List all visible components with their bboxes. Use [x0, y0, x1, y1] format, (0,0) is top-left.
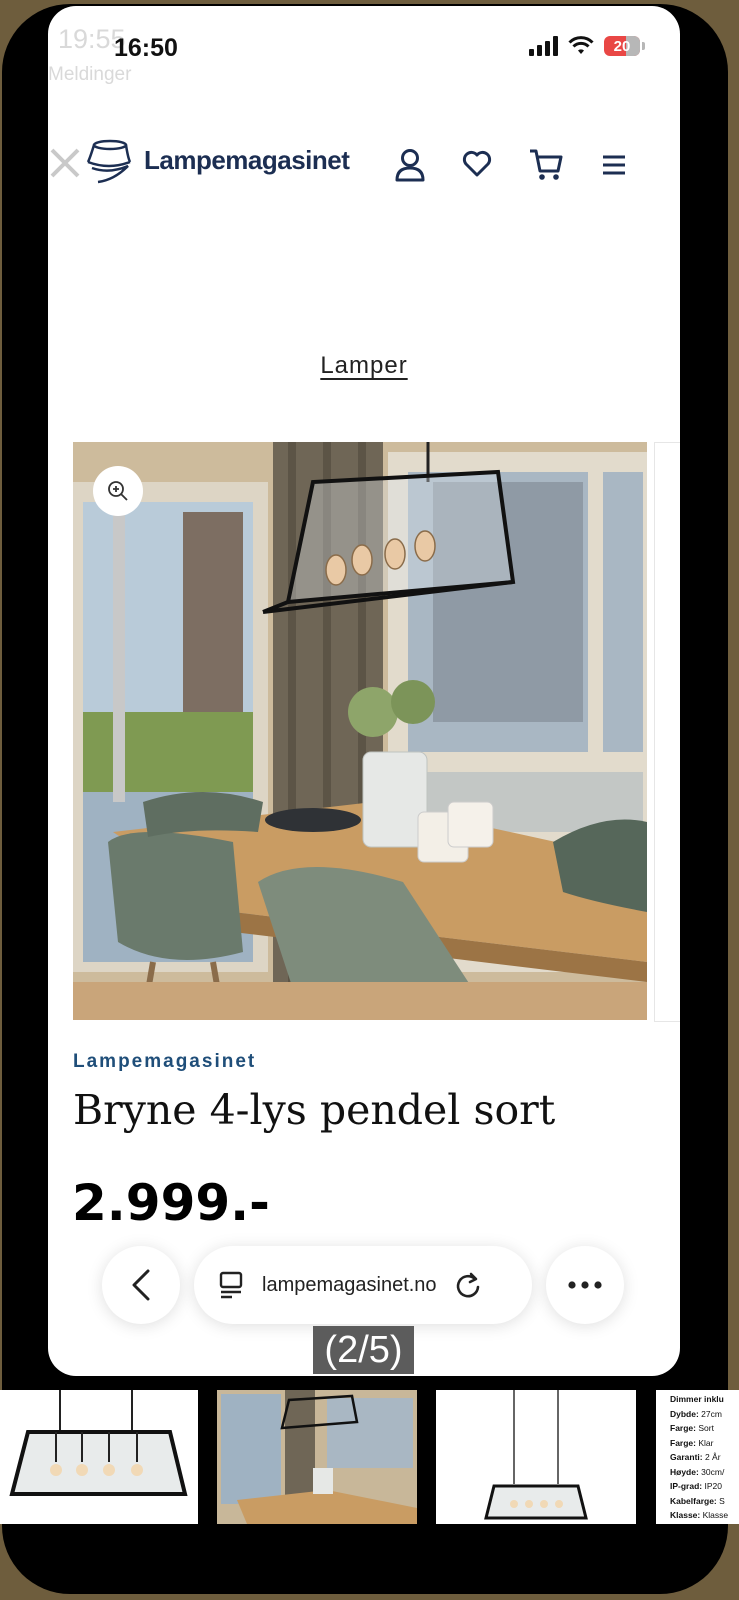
wifi-icon: [568, 36, 594, 54]
thumbnail-4-specs[interactable]: Dimmer inklu Dybde: 27cm Farge: Sort Farge:…: [656, 1390, 739, 1524]
spec-value: Klar: [695, 1437, 714, 1448]
thumbnail-strip: [0, 1390, 739, 1524]
reload-icon[interactable]: [455, 1271, 481, 1299]
spec-label: Farge:: [670, 1437, 696, 1448]
spec-label: IP-grad:: [670, 1481, 703, 1491]
cart-icon[interactable]: [528, 148, 564, 182]
spec-label: Farge:: [670, 1423, 696, 1433]
room-thumbnail: [221, 1390, 417, 1524]
battery-indicator: 20: [604, 36, 645, 56]
spec-value: S: [716, 1495, 725, 1506]
url-text[interactable]: lampemagasinet.no: [262, 1274, 437, 1297]
thumbnail-3[interactable]: [436, 1390, 636, 1524]
spec-row: Farge: Sort: [670, 1421, 739, 1436]
spec-value: Sort: [695, 1423, 714, 1433]
lamp-logo-icon: [86, 139, 132, 184]
next-image-peek[interactable]: [654, 442, 680, 1022]
spec-row: Høyde: 30cm/: [670, 1465, 739, 1480]
underlay-notification: Meldinger: [48, 64, 132, 85]
dining-room-photo: [73, 442, 647, 1020]
more-icon: [568, 1281, 602, 1289]
breadcrumb[interactable]: Lamper: [48, 352, 680, 380]
thumbnail-2[interactable]: [217, 1390, 417, 1524]
address-bar[interactable]: lampemagasinet.no: [194, 1246, 532, 1324]
gallery-counter: (2/5): [313, 1326, 414, 1374]
back-button[interactable]: [102, 1246, 180, 1324]
account-icon[interactable]: [394, 148, 426, 182]
product-price: 2.999.-: [72, 1174, 270, 1232]
spec-label: Klasse:: [670, 1510, 701, 1520]
back-icon: [132, 1269, 150, 1301]
product-title: Bryne 4-lys pendel sort: [73, 1086, 556, 1134]
spec-row: Farge: Klar: [670, 1436, 739, 1451]
status-time: 16:50: [114, 34, 178, 62]
spec-value: 27cm: [698, 1408, 722, 1419]
more-button[interactable]: [546, 1246, 624, 1324]
spec-value: 2 År: [702, 1452, 721, 1462]
spec-label: Garanti:: [670, 1452, 703, 1462]
spec-row: IP-grad: IP20: [670, 1479, 739, 1494]
spec-value: 30cm/: [698, 1466, 725, 1477]
lamp-thumbnail: [484, 1390, 588, 1520]
spec-label: Kabelfarge:: [670, 1495, 717, 1506]
menu-icon[interactable]: [602, 154, 626, 176]
close-icon[interactable]: [48, 146, 82, 180]
browser-screen: 19:55 Meldinger 16:50 20 Lampemagasinet: [48, 6, 680, 1376]
spec-value: IP20: [702, 1481, 722, 1491]
spec-row: Kabelfarge: S: [670, 1494, 739, 1509]
spec-row: Klasse: Klasse: [670, 1508, 739, 1523]
zoom-button[interactable]: [93, 466, 143, 516]
status-icons: 20: [529, 36, 645, 56]
logo-text: Lampemagasinet: [144, 144, 350, 175]
spec-value: Klasse: [700, 1510, 729, 1520]
cellular-signal-icon: [529, 36, 558, 56]
spec-label: Høyde:: [670, 1466, 699, 1477]
heart-icon[interactable]: [462, 150, 492, 178]
zoom-in-icon: [108, 481, 128, 501]
spec-row: Dimmer inklu: [670, 1392, 739, 1407]
product-brand[interactable]: Lampemagasinet: [73, 1051, 256, 1073]
tabs-icon: [219, 1271, 243, 1299]
spec-label: Dimmer inklu: [670, 1394, 724, 1404]
product-image[interactable]: [73, 442, 647, 1020]
thumbnail-1[interactable]: [0, 1390, 198, 1524]
spec-row: Garanti: 2 År: [670, 1450, 739, 1465]
lamp-product-thumbnail: [9, 1390, 188, 1496]
spec-label: Dybde:: [670, 1408, 699, 1419]
spec-row: Dybde: 27cm: [670, 1407, 739, 1422]
site-logo[interactable]: Lampemagasinet: [84, 136, 350, 184]
